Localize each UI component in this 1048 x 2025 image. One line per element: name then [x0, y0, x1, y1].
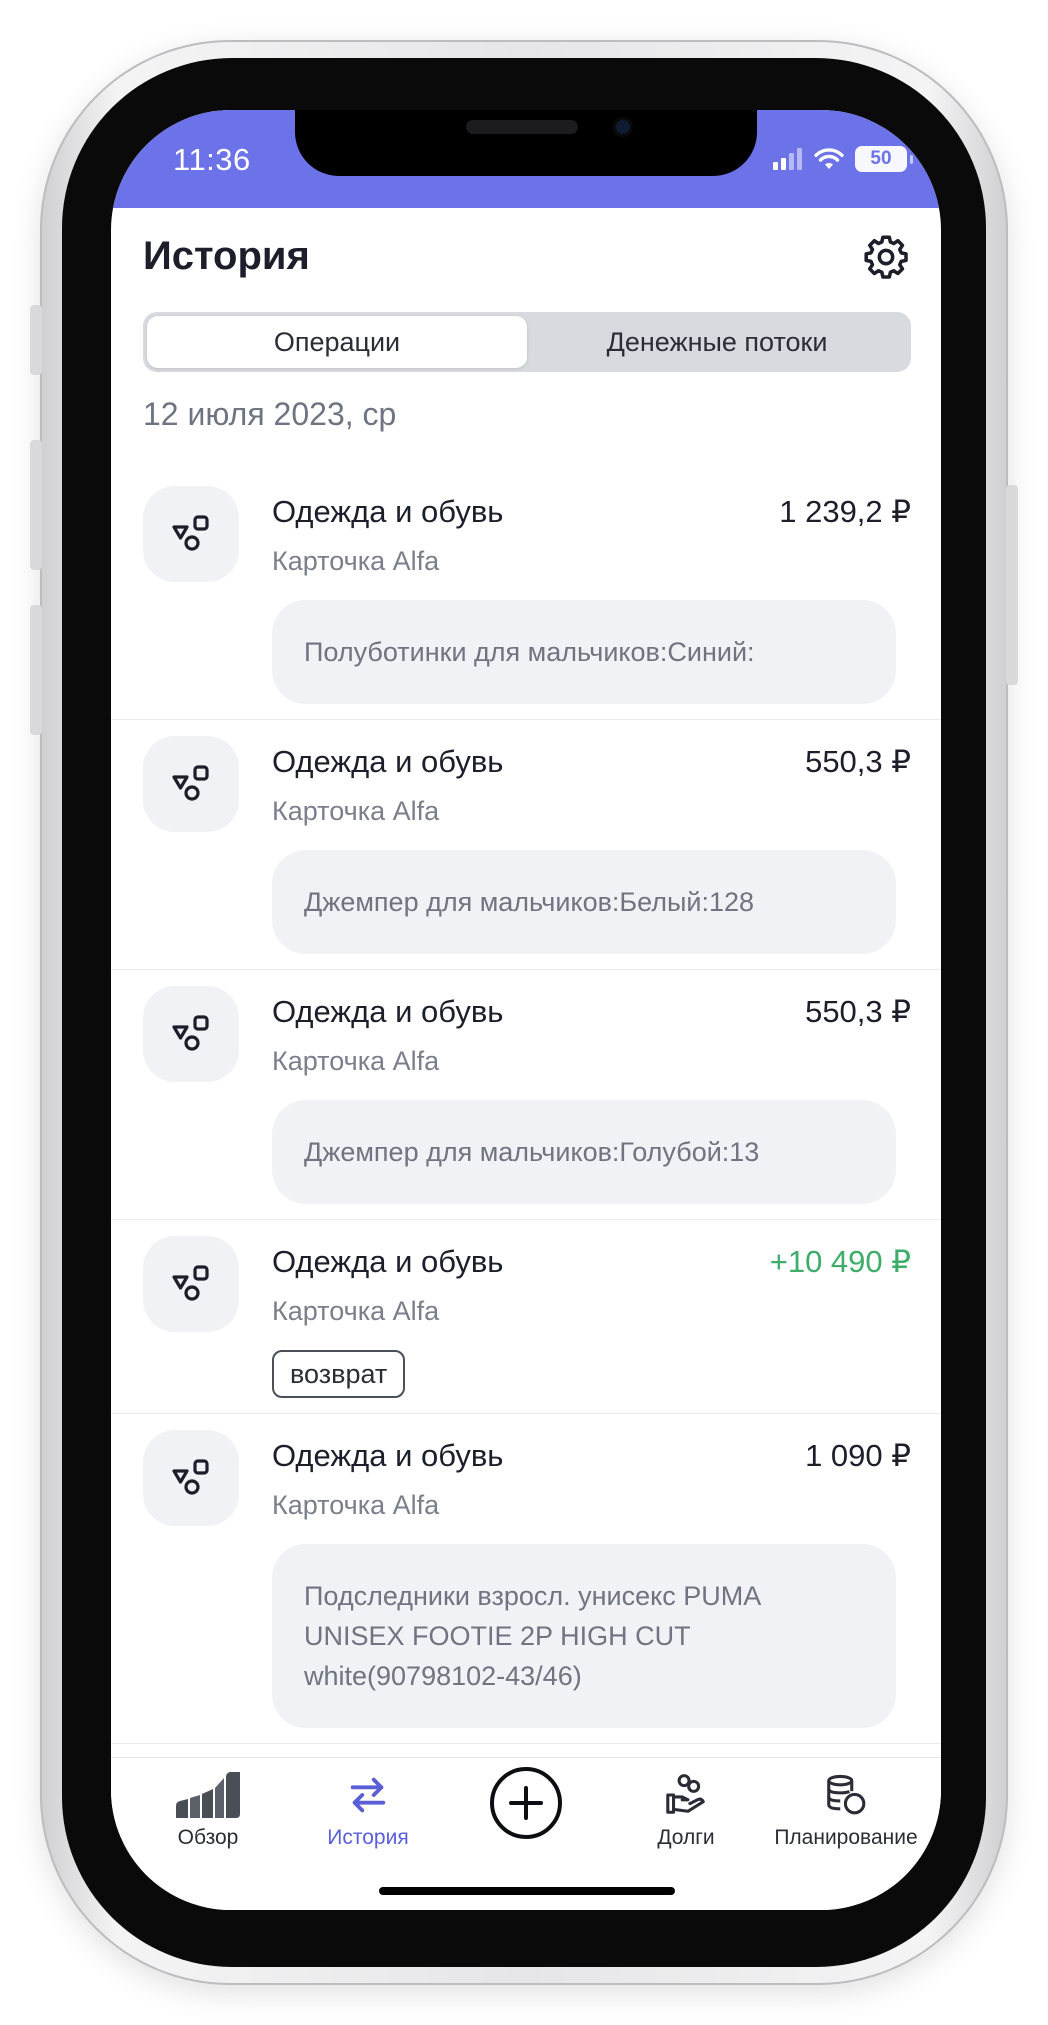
volume-down-button [30, 605, 42, 735]
transaction-amount: +10 490 ₽ [769, 1244, 911, 1279]
transaction-item[interactable]: Одежда и обувь Карточка Alfa 1 090 ₽ Под… [111, 1414, 941, 1744]
volume-up-button [30, 440, 42, 570]
transaction-category: Одежда и обувь [272, 1438, 504, 1473]
status-icons: 50 [773, 146, 913, 172]
shapes-icon [172, 765, 209, 801]
transaction-note: Полуботинки для мальчиков:Синий: [272, 600, 896, 704]
gear-icon[interactable] [861, 232, 911, 282]
tab-planning[interactable]: Планирование [766, 1772, 926, 1850]
add-transaction-button[interactable] [446, 1766, 606, 1840]
category-icon [143, 986, 239, 1082]
category-icon [143, 1430, 239, 1526]
transaction-note: Джемпер для мальчиков:Белый:128 [272, 850, 896, 954]
app-screen: 11:36 50 История Операции Денежные поток… [111, 110, 941, 1910]
notch [295, 110, 757, 176]
transaction-amount: 550,3 ₽ [805, 744, 911, 779]
category-icon [143, 1236, 239, 1332]
plus-circle-icon [490, 1767, 562, 1839]
tab-overview-label: Обзор [177, 1826, 239, 1849]
category-icon [143, 736, 239, 832]
coin-stack-icon [827, 1774, 866, 1815]
shapes-icon [172, 515, 209, 551]
transaction-item[interactable]: Одежда и обувь Карточка Alfa 550,3 ₽ Дже… [111, 720, 941, 970]
tab-history-label: История [327, 1826, 409, 1849]
transaction-note: Подследники взросл. унисекс PUMA UNISEX … [272, 1544, 896, 1728]
shapes-icon [172, 1459, 209, 1495]
speaker [466, 120, 578, 134]
power-button [1006, 485, 1018, 685]
page-title: История [143, 234, 310, 278]
transaction-item[interactable]: Одежда и обувь Карточка Alfa 550,3 ₽ Дже… [111, 970, 941, 1220]
tab-cash-flows[interactable]: Денежные потоки [527, 316, 907, 368]
transaction-category: Одежда и обувь [272, 1244, 504, 1279]
transaction-amount: 550,3 ₽ [805, 994, 911, 1029]
tab-overview[interactable]: Обзор [128, 1772, 288, 1850]
tab-operations[interactable]: Операции [147, 316, 527, 368]
arrows-exchange-icon [350, 1777, 386, 1813]
tab-planning-label: Планирование [774, 1826, 918, 1849]
shapes-icon [172, 1265, 209, 1301]
status-bar: 11:36 50 [111, 110, 941, 208]
transaction-category: Одежда и обувь [272, 494, 504, 529]
hand-coins-icon [666, 1774, 705, 1814]
transaction-category: Одежда и обувь [272, 994, 504, 1029]
home-indicator [379, 1887, 675, 1895]
bar-chart-icon [176, 1772, 240, 1818]
tab-debts-label: Долги [657, 1826, 715, 1849]
transaction-account: Карточка Alfa [272, 1490, 440, 1520]
history-mode-switch: Операции Денежные потоки [143, 312, 911, 372]
category-icon [143, 486, 239, 582]
tab-debts[interactable]: Долги [606, 1772, 766, 1850]
shapes-icon [172, 1015, 209, 1051]
tab-history[interactable]: История [288, 1772, 448, 1850]
cellular-signal-icon [773, 148, 802, 170]
wifi-icon [814, 148, 844, 169]
date-group-header: 12 июля 2023, ср [143, 396, 397, 432]
transaction-account: Карточка Alfa [272, 1296, 440, 1326]
transaction-note: Джемпер для мальчиков:Голубой:13 [272, 1100, 896, 1204]
battery-indicator: 50 [855, 146, 913, 172]
transaction-account: Карточка Alfa [272, 546, 440, 576]
transaction-category: Одежда и обувь [272, 744, 504, 779]
battery-level: 50 [870, 148, 892, 169]
mute-switch [30, 305, 42, 375]
transaction-item[interactable]: Одежда и обувь Карточка Alfa +10 490 ₽ в… [111, 1220, 941, 1414]
transaction-amount: 1 090 ₽ [805, 1438, 911, 1473]
refund-badge: возврат [272, 1350, 406, 1398]
transaction-amount: 1 239,2 ₽ [779, 494, 911, 529]
transaction-item[interactable]: Одежда и обувь Карточка Alfa 1 239,2 ₽ П… [111, 470, 941, 720]
status-time: 11:36 [173, 142, 251, 177]
transaction-account: Карточка Alfa [272, 796, 440, 826]
transaction-account: Карточка Alfa [272, 1046, 440, 1076]
front-camera [613, 117, 633, 137]
